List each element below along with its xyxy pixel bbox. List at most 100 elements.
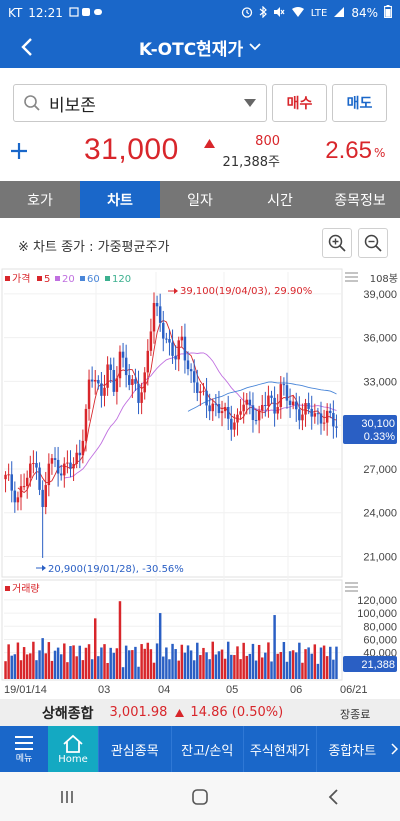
volume-bar — [59, 654, 63, 679]
candle-body — [322, 422, 326, 424]
volume-bar — [66, 662, 69, 679]
legend-ma5: 5 — [44, 274, 50, 285]
volume-bar — [93, 618, 97, 679]
candle-body — [319, 413, 323, 424]
volume-tick-label: 120,000 — [357, 595, 397, 607]
nav-watchlist[interactable]: 관심종목 — [98, 726, 171, 772]
price-panel-menu-icon[interactable] — [345, 272, 358, 282]
back-arrow-icon — [329, 788, 338, 805]
up-arrow-icon — [204, 139, 215, 148]
recent-apps-icon — [60, 790, 73, 803]
candle-body — [53, 458, 57, 460]
candle-body — [332, 413, 335, 427]
candle-body — [118, 351, 122, 379]
nav-scroll-right-icon[interactable] — [388, 726, 400, 772]
candle-body — [93, 379, 97, 382]
candle-body — [158, 306, 162, 323]
volume-bar — [84, 647, 88, 679]
market-status: 장종료 — [340, 708, 371, 721]
candle-body — [50, 458, 54, 464]
zoom-in-button[interactable] — [322, 228, 352, 258]
menu-button[interactable]: 메뉴 — [0, 726, 48, 772]
recent-apps-button[interactable] — [47, 782, 87, 812]
volume-bar — [81, 660, 85, 679]
volume-bar — [146, 642, 150, 679]
candle-body — [84, 408, 88, 441]
screen-selector[interactable]: K-OTC현재가 — [139, 35, 261, 60]
volume-bar — [152, 662, 156, 679]
tab-chart[interactable]: 차트 — [80, 181, 160, 218]
page-title: K-OTC현재가 — [138, 39, 244, 60]
price-tick-label: 27,000 — [363, 464, 397, 476]
volume-bar — [217, 651, 221, 679]
candle-body — [152, 302, 156, 332]
system-home-button[interactable] — [180, 782, 220, 812]
buy-button[interactable]: 매수 — [272, 84, 327, 122]
volume-bar — [90, 659, 94, 679]
volume-bar — [291, 650, 295, 679]
candle-body — [233, 422, 236, 430]
up-arrow-icon — [175, 708, 185, 717]
volume-bar — [332, 659, 335, 679]
legend-ma120: 120 — [112, 274, 131, 285]
candle-body — [177, 340, 180, 360]
candle-body — [186, 360, 190, 370]
low-annotation: 20,900(19/01/28), -30.56% — [36, 564, 184, 575]
candle-body — [103, 387, 106, 396]
trade-volume: 21,388주 — [222, 155, 280, 170]
candle-body — [267, 395, 270, 407]
nav-stock-quote[interactable]: 주식현재가 — [243, 726, 316, 772]
hamburger-icon — [15, 735, 33, 750]
wifi-icon — [291, 6, 305, 21]
price-panel — [1, 268, 343, 578]
sell-button[interactable]: 매도 — [332, 84, 387, 122]
stock-search-input[interactable]: 비보존 — [13, 84, 267, 122]
current-price-tag: 30,100 — [361, 418, 395, 430]
volume-panel-menu-icon[interactable] — [345, 582, 358, 592]
volume-bar — [223, 658, 227, 679]
candle-body — [282, 384, 286, 386]
candle-body — [106, 364, 109, 388]
nav-balance[interactable]: 잔고/손익 — [170, 726, 244, 772]
volume-legend-swatch — [5, 586, 10, 591]
zoom-out-button[interactable] — [358, 228, 388, 258]
tab-time[interactable]: 시간 — [240, 181, 320, 218]
home-button[interactable]: Home — [48, 726, 98, 772]
candle-body — [121, 351, 125, 358]
candle-body — [295, 401, 298, 410]
status-bar: KT 12:21 LTE 84% — [0, 0, 400, 26]
volume-bar — [16, 642, 20, 679]
add-favorite-icon[interactable] — [8, 140, 30, 162]
candle-body — [165, 338, 168, 340]
candle-body — [41, 489, 44, 508]
circle-home-icon — [192, 788, 208, 805]
stock-chart[interactable]: 가격 5 20 60 120 108봉 39,000 36,000 33,000 30… — [0, 268, 400, 698]
tab-orderbook[interactable]: 호가 — [0, 181, 80, 218]
volume-bar — [13, 654, 17, 679]
nav-chart[interactable]: 종합차트 — [315, 726, 389, 772]
volume-bar — [32, 641, 35, 679]
candle-body — [239, 411, 242, 415]
dropdown-arrow-icon[interactable] — [244, 99, 256, 107]
volume-bar — [220, 649, 224, 679]
tab-stock-info[interactable]: 종목정보 — [320, 181, 400, 218]
volume-tick-label: 60,000 — [363, 634, 397, 646]
candle-body — [291, 401, 295, 406]
tab-daily[interactable]: 일자 — [160, 181, 240, 218]
volume-bar — [282, 641, 286, 679]
volume-bar — [10, 655, 13, 679]
candle-body — [115, 378, 119, 392]
candle-body — [75, 452, 78, 464]
candle-body — [22, 486, 26, 488]
volume-bar — [47, 642, 51, 679]
legend-ma60: 60 — [87, 274, 100, 285]
volume-bar — [254, 660, 258, 679]
candle-body — [248, 399, 252, 406]
back-button[interactable] — [12, 32, 42, 62]
candle-body — [59, 473, 63, 476]
market-index-bar[interactable]: 상해종합 3,001.98 14.86 (0.50%) 장종료 — [0, 699, 400, 726]
system-back-button[interactable] — [313, 782, 353, 812]
candle-body — [301, 414, 304, 421]
volume-bar — [149, 649, 153, 679]
candle-body — [214, 403, 218, 405]
